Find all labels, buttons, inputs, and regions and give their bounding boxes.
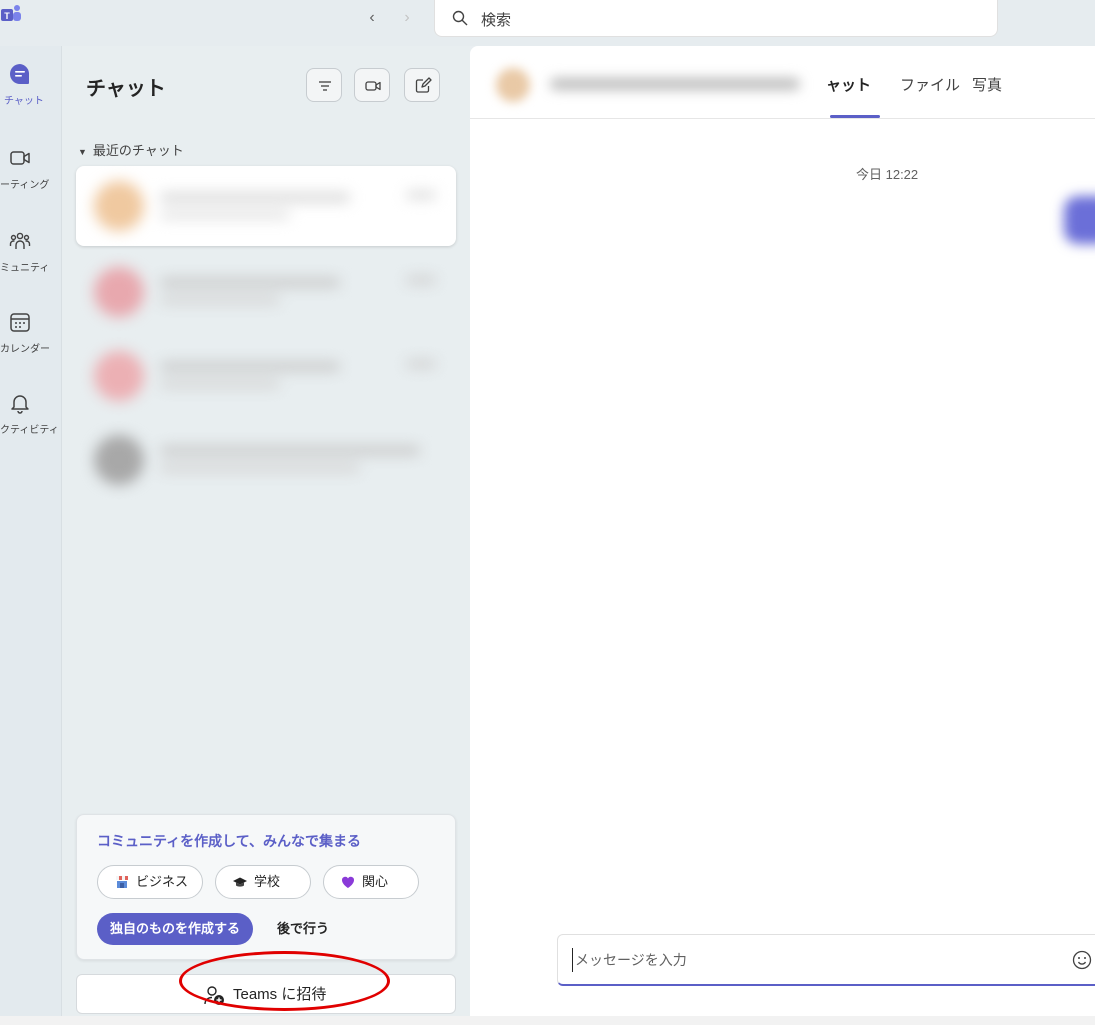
filter-icon bbox=[319, 81, 331, 91]
chat-list-item[interactable] bbox=[76, 252, 456, 332]
video-icon bbox=[10, 151, 30, 165]
title-bar: T ‹ › 検索 bbox=[0, 0, 1095, 46]
invite-label: Teams に招待 bbox=[233, 986, 327, 1003]
heart-icon bbox=[341, 876, 355, 888]
window-bottom-edge bbox=[0, 1016, 1095, 1025]
search-placeholder: 検索 bbox=[481, 12, 512, 29]
rail-item-calendar[interactable]: カレンダー bbox=[0, 310, 60, 380]
rail-label: クティビティ bbox=[0, 425, 59, 436]
blurred-text bbox=[406, 276, 436, 284]
community-card-title: コミュニティを作成して、みんなで集まる bbox=[97, 833, 362, 849]
rail-label: チャット bbox=[4, 96, 44, 107]
message-input[interactable] bbox=[572, 948, 1052, 972]
meet-now-button[interactable] bbox=[354, 68, 390, 102]
blurred-text bbox=[160, 296, 280, 304]
compose-icon bbox=[415, 77, 432, 93]
graduation-cap-icon bbox=[233, 877, 247, 887]
message-composer[interactable] bbox=[557, 934, 1095, 986]
forward-arrow-icon[interactable]: › bbox=[397, 8, 417, 28]
avatar bbox=[94, 351, 144, 401]
chat-icon bbox=[10, 64, 30, 84]
video-icon bbox=[365, 81, 381, 91]
blurred-text bbox=[160, 362, 340, 371]
conversation-header: ャット ファイル 写真 bbox=[470, 46, 1095, 119]
emoji-icon[interactable] bbox=[1071, 949, 1093, 971]
back-arrow-icon[interactable]: ‹ bbox=[362, 8, 382, 28]
rail-item-activity[interactable]: クティビティ bbox=[0, 391, 60, 461]
chat-list-pane: チャット ▼ 最近のチャット コミュニティを作成して、みんなで集まる ビジネス … bbox=[62, 46, 470, 1016]
shop-icon bbox=[116, 876, 128, 888]
search-input[interactable]: 検索 bbox=[434, 0, 998, 37]
chip-label: 学校 bbox=[254, 874, 281, 889]
rail-item-meetings[interactable]: ーティング bbox=[0, 146, 60, 216]
calendar-icon bbox=[10, 313, 30, 332]
active-tab-indicator bbox=[830, 115, 880, 118]
chat-list-title: チャット bbox=[86, 78, 166, 100]
rail-label: ミュニティ bbox=[0, 263, 50, 274]
chat-list-item[interactable] bbox=[76, 336, 456, 416]
rail-item-community[interactable]: ミュニティ bbox=[0, 229, 60, 299]
blurred-text bbox=[160, 464, 360, 472]
app-rail: チャット ーティング ミュニティ カレンダー クティビティ bbox=[0, 46, 62, 1016]
rail-item-chat[interactable]: チャット bbox=[0, 62, 60, 132]
rail-label: ーティング bbox=[0, 180, 50, 191]
blurred-text bbox=[406, 360, 436, 368]
blurred-text bbox=[160, 278, 340, 287]
tab-chat[interactable]: ャット bbox=[826, 74, 871, 95]
community-icon bbox=[9, 232, 31, 249]
recent-chats-header[interactable]: ▼ 最近のチャット bbox=[78, 140, 184, 159]
date-separator: 今日 12:22 bbox=[856, 167, 919, 182]
blurred-chat-content bbox=[94, 181, 454, 233]
tab-files[interactable]: ファイル bbox=[900, 74, 960, 95]
later-button[interactable]: 後で行う bbox=[277, 913, 329, 945]
blurred-text bbox=[160, 380, 280, 388]
create-community-button[interactable]: 独自のものを作成する bbox=[97, 913, 253, 945]
avatar[interactable] bbox=[496, 68, 530, 102]
chip-business[interactable]: ビジネス bbox=[97, 865, 203, 899]
new-chat-button[interactable] bbox=[404, 68, 440, 102]
chip-label: ビジネス bbox=[136, 874, 189, 889]
teams-logo-icon: T bbox=[1, 5, 21, 21]
rail-label: カレンダー bbox=[0, 344, 50, 355]
conversation-pane: ャット ファイル 写真 今日 12:22 bbox=[470, 46, 1095, 1016]
avatar bbox=[94, 435, 144, 485]
section-label-text: 最近のチャット bbox=[92, 143, 184, 158]
bell-icon bbox=[11, 395, 29, 414]
chat-list-item[interactable] bbox=[76, 420, 456, 500]
chat-list-item-selected[interactable] bbox=[76, 166, 456, 246]
search-icon bbox=[452, 10, 468, 26]
chip-label: 関心 bbox=[362, 874, 389, 889]
chip-interest[interactable]: 関心 bbox=[323, 865, 419, 899]
contact-name-blurred bbox=[550, 78, 800, 90]
blurred-text bbox=[160, 446, 420, 455]
community-promo-card: コミュニティを作成して、みんなで集まる ビジネス 学校 関心 独自のものを作成す… bbox=[76, 814, 456, 960]
message-bubble[interactable] bbox=[1064, 196, 1095, 244]
svg-text:T: T bbox=[4, 11, 10, 21]
filter-button[interactable] bbox=[306, 68, 342, 102]
chip-school[interactable]: 学校 bbox=[215, 865, 311, 899]
tab-photos[interactable]: 写真 bbox=[972, 74, 1002, 95]
add-person-icon bbox=[204, 986, 224, 1005]
invite-to-teams-button[interactable]: Teams に招待 bbox=[76, 974, 456, 1014]
caret-down-icon: ▼ bbox=[78, 147, 87, 157]
avatar bbox=[94, 267, 144, 317]
